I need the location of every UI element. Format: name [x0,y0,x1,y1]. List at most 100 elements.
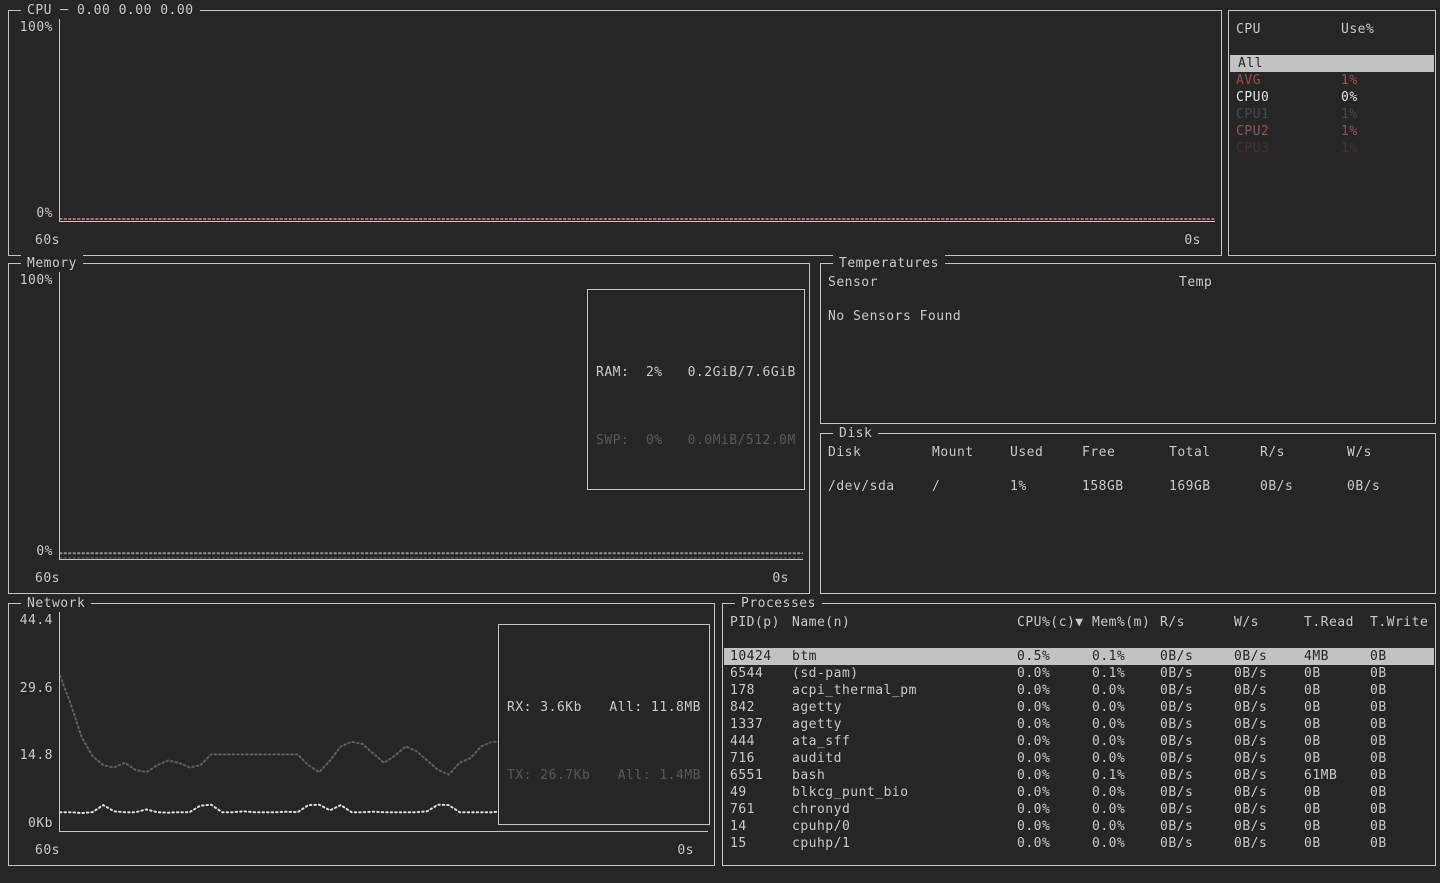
cpu-x-axis-labels: 60s 0s [15,222,1215,249]
disk-header-used: Used [1010,444,1082,461]
process-name: bash [792,767,1017,784]
processes-panel: Processes PID(p) Name(n) CPU%(c)▼ Mem%(m… [722,603,1436,866]
cpu-legend-header: CPU Use% [1230,21,1434,38]
cpu-load-average: 0.00 0.00 0.00 [77,3,194,18]
process-write-rate: 0B/s [1234,818,1304,835]
network-x-right: 0s [677,842,694,859]
process-row[interactable]: 1337 agetty 0.0% 0.0% 0B/s 0B/s 0B 0B [724,716,1434,733]
process-mem-percent: 0.0% [1092,818,1160,835]
process-total-write: 0B [1370,767,1434,784]
cpu-legend-row[interactable]: CPU1 1% [1230,106,1434,123]
process-row[interactable]: 178 acpi_thermal_pm 0.0% 0.0% 0B/s 0B/s … [724,682,1434,699]
process-name: agetty [792,699,1017,716]
process-write-rate: 0B/s [1234,665,1304,682]
process-total-read: 61MB [1304,767,1370,784]
process-write-rate: 0B/s [1234,648,1304,665]
processes-header-pid[interactable]: PID(p) [730,614,792,631]
cpu-core-usage: 1% [1341,123,1434,140]
process-pid: 444 [730,733,792,750]
process-total-read: 0B [1304,784,1370,801]
process-name: chronyd [792,801,1017,818]
process-total-write: 0B [1370,835,1434,852]
cpu-legend-row[interactable]: AVG 1% [1230,72,1434,89]
cpu-plot-area [59,17,1215,222]
disk-total: 169GB [1169,478,1260,495]
cpu-y-max: 100% [20,19,53,36]
process-row[interactable]: 14 cpuhp/0 0.0% 0.0% 0B/s 0B/s 0B 0B [724,818,1434,835]
btm-system-monitor: CPU ─ 0.00 0.00 0.00 100% 0% 60s 0s CPU … [0,0,1440,883]
disk-free: 158GB [1082,478,1169,495]
process-cpu-percent: 0.0% [1017,682,1092,699]
cpu-legend-row[interactable]: CPU3 1% [1230,140,1434,157]
network-total: All: 1.4MB [618,767,701,784]
network-panel-title: Network [21,595,91,612]
process-name: blkcg_punt_bio [792,784,1017,801]
cpu-legend-row[interactable]: CPU2 1% [1230,123,1434,140]
process-mem-percent: 0.0% [1092,716,1160,733]
process-row[interactable]: 6544 (sd-pam) 0.0% 0.1% 0B/s 0B/s 0B 0B [724,665,1434,682]
cpu-y-min: 0% [36,205,53,222]
network-x-left: 60s [35,842,60,859]
processes-header-cpu-sort[interactable]: CPU%(c)▼ [1017,614,1092,631]
process-pid: 6544 [730,665,792,682]
network-y-tick-1: 14.8 [20,747,53,764]
process-row[interactable]: 49 blkcg_punt_bio 0.0% 0.0% 0B/s 0B/s 0B… [724,784,1434,801]
process-read-rate: 0B/s [1160,784,1234,801]
process-row[interactable]: 6551 bash 0.0% 0.1% 0B/s 0B/s 61MB 0B [724,767,1434,784]
process-row[interactable]: 444 ata_sff 0.0% 0.0% 0B/s 0B/s 0B 0B [724,733,1434,750]
processes-header-name[interactable]: Name(n) [792,614,1017,631]
cpu-legend-panel: CPU Use% All AVG 1% CPU0 [1228,10,1436,256]
process-total-read: 0B [1304,733,1370,750]
processes-header-ws[interactable]: W/s [1234,614,1304,631]
memory-y-min: 0% [36,543,53,560]
memory-legend-text: SWP: 0% 0.0MiB/512.0MiB [596,432,796,449]
process-total-read: 0B [1304,699,1370,716]
process-row[interactable]: 15 cpuhp/1 0.0% 0.0% 0B/s 0B/s 0B 0B [724,835,1434,852]
process-cpu-percent: 0.5% [1017,648,1092,665]
process-read-rate: 0B/s [1160,682,1234,699]
disk-header-ws: W/s [1347,444,1434,461]
process-total-read: 0B [1304,750,1370,767]
process-row[interactable]: 761 chronyd 0.0% 0.0% 0B/s 0B/s 0B 0B [724,801,1434,818]
disk-header-free: Free [1082,444,1169,461]
cpu-legend-row[interactable]: CPU0 0% [1230,89,1434,106]
process-mem-percent: 0.0% [1092,801,1160,818]
memory-x-right: 0s [772,570,789,587]
process-cpu-percent: 0.0% [1017,699,1092,716]
processes-header-rs[interactable]: R/s [1160,614,1234,631]
process-cpu-percent: 0.0% [1017,767,1092,784]
process-total-write: 0B [1370,665,1434,682]
process-name: ata_sff [792,733,1017,750]
process-write-rate: 0B/s [1234,767,1304,784]
process-write-rate: 0B/s [1234,716,1304,733]
process-pid: 6551 [730,767,792,784]
temperatures-header-sensor: Sensor [828,274,1179,291]
process-row[interactable]: 716 auditd 0.0% 0.0% 0B/s 0B/s 0B 0B [724,750,1434,767]
processes-header-twrite[interactable]: T.Write [1370,614,1434,631]
processes-header-tread[interactable]: T.Read [1304,614,1370,631]
process-mem-percent: 0.1% [1092,648,1160,665]
process-pid: 1337 [730,716,792,733]
cpu-legend-row[interactable]: All [1230,55,1434,72]
process-total-write: 0B [1370,733,1434,750]
network-rate: RX: 3.6Kb [507,699,582,716]
process-pid: 10424 [730,648,792,665]
process-cpu-percent: 0.0% [1017,801,1092,818]
process-cpu-percent: 0.0% [1017,784,1092,801]
process-mem-percent: 0.0% [1092,682,1160,699]
cpu-core-label: CPU3 [1236,141,1269,156]
cpu-usage-chart [60,17,1215,221]
process-row[interactable]: 842 agetty 0.0% 0.0% 0B/s 0B/s 0B 0B [724,699,1434,716]
process-name: btm [792,648,1017,665]
process-mem-percent: 0.0% [1092,784,1160,801]
process-row[interactable]: 10424 btm 0.5% 0.1% 0B/s 0B/s 4MB 0B [724,648,1434,665]
process-mem-percent: 0.0% [1092,835,1160,852]
processes-header-mem[interactable]: Mem%(m) [1092,614,1160,631]
process-pid: 761 [730,801,792,818]
process-cpu-percent: 0.0% [1017,835,1092,852]
process-cpu-percent: 0.0% [1017,818,1092,835]
disk-used: 1% [1010,478,1082,495]
network-x-axis-labels: 60s 0s [15,832,708,859]
cpu-title-separator: ─ [52,3,77,18]
process-read-rate: 0B/s [1160,818,1234,835]
